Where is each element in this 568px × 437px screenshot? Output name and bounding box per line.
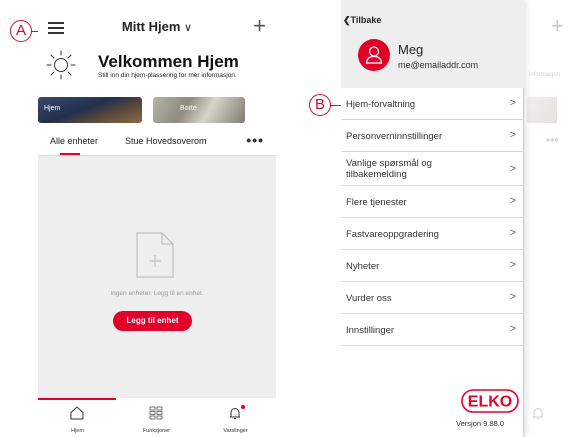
nav-label: Funksjoner [142, 428, 171, 434]
chevron-down-icon: ∨ [184, 22, 193, 34]
nav-label: Varslinger [223, 428, 248, 434]
chevron-right-icon: > [509, 129, 516, 141]
place-card-home[interactable]: Hjem [38, 97, 142, 123]
logo-text: ELKO [468, 394, 512, 411]
empty-document-icon [136, 232, 174, 278]
menu-item-label: Vanlige spørsmål og tilbakemelding [346, 158, 432, 180]
menu-item-settings[interactable]: Innstillinger > [341, 314, 524, 346]
menu-item-label: Flere tjenester [346, 197, 407, 208]
callout-a: A [10, 20, 32, 42]
menu-screen: + informasjon ••• ❮Tilbake Meg me@emaila… [341, 0, 568, 437]
bell-icon [230, 408, 240, 419]
tab-rooms[interactable]: Stue Hovedsoverom [125, 136, 207, 146]
nav-notifications[interactable]: Varslinger [196, 398, 275, 437]
background-place-card [527, 97, 557, 123]
welcome-title: Velkommen Hjem [98, 52, 239, 71]
nav-home[interactable]: Hjem [38, 398, 117, 437]
room-tabs: Alle enheter Stue Hovedsoverom ••• [38, 132, 276, 156]
home-icon [70, 406, 84, 420]
menu-list: Hjem-forvaltning > Personverninnstilling… [341, 88, 524, 346]
menu-item-label: Vurder oss [346, 293, 392, 304]
menu-item-label: Personverninnstillinger [346, 131, 443, 142]
user-icon [365, 46, 383, 64]
menu-item-home-management[interactable]: Hjem-forvaltning > [341, 88, 524, 120]
empty-state-text: Ingen enheter. Legg til en enhet. [110, 290, 204, 297]
background-subtitle-fragment: informasjon [529, 72, 561, 78]
menu-item-rate-us[interactable]: Vurder oss > [341, 282, 524, 314]
elko-logo: ELKO [461, 389, 519, 413]
callout-b: B [309, 94, 331, 116]
back-label: Tilbake [350, 15, 382, 25]
place-card-away[interactable]: Borte [153, 97, 245, 123]
notification-badge [241, 405, 245, 409]
grid-icon [149, 406, 163, 420]
more-icon[interactable]: ••• [246, 132, 264, 148]
place-card-label: Borte [180, 105, 197, 112]
app-version: Versjon 9.88.0 [456, 419, 504, 428]
tab-active-indicator [60, 153, 80, 155]
tab-all-devices[interactable]: Alle enheter [50, 136, 98, 146]
menu-item-label: Innstillinger [346, 325, 395, 336]
nav-label: Hjem [71, 428, 84, 434]
home-screen: Mitt Hjem ∨ + Velkommen Hjem Still inn d… [38, 0, 276, 437]
chevron-right-icon: > [509, 195, 516, 207]
background-more-icon: ••• [546, 133, 559, 147]
menu-item-faq-feedback[interactable]: Vanlige spørsmål og tilbakemelding > [341, 152, 524, 186]
menu-item-privacy-settings[interactable]: Personverninnstillinger > [341, 120, 524, 152]
user-email: me@emailaddr.com [398, 60, 479, 70]
welcome-subtitle[interactable]: Still inn din hjem-plassering for mer in… [98, 72, 237, 79]
sun-icon [46, 50, 76, 80]
chevron-left-icon: ❮ [343, 15, 351, 25]
menu-item-label: Fastvareoppgradering [346, 229, 439, 240]
bottom-nav: Hjem Funksjoner Varslinger [38, 398, 276, 437]
home-selector[interactable]: Mitt Hjem ∨ [38, 19, 276, 34]
chevron-right-icon: > [509, 259, 516, 271]
menu-item-firmware-upgrade[interactable]: Fastvareoppgradering > [341, 218, 524, 250]
chevron-right-icon: > [509, 227, 516, 239]
background-add-icon: + [551, 13, 564, 38]
add-icon[interactable]: + [253, 15, 266, 37]
back-button[interactable]: ❮Tilbake [343, 15, 381, 26]
chevron-right-icon: > [509, 291, 516, 303]
avatar[interactable] [358, 39, 390, 71]
chevron-right-icon: > [509, 163, 516, 175]
chevron-right-icon: > [509, 323, 516, 335]
home-name: Mitt Hjem [121, 19, 181, 34]
nav-functions[interactable]: Funksjoner [117, 398, 196, 437]
chevron-right-icon: > [509, 97, 516, 109]
menu-item-news[interactable]: Nyheter > [341, 250, 524, 282]
menu-item-label: Nyheter [346, 261, 380, 272]
place-card-label: Hjem [44, 105, 61, 112]
user-name: Meg [398, 42, 424, 57]
side-menu: ❮Tilbake Meg me@emailaddr.com Hjem-forva… [341, 0, 524, 437]
background-bell-icon [533, 408, 543, 419]
menu-header: ❮Tilbake Meg me@emailaddr.com [341, 0, 524, 88]
add-device-button[interactable]: Legg til enhet [113, 311, 192, 331]
menu-item-label: Hjem-forvaltning [346, 99, 416, 110]
menu-item-more-services[interactable]: Flere tjenester > [341, 186, 524, 218]
home-header: Mitt Hjem ∨ + Velkommen Hjem Still inn d… [38, 0, 276, 156]
